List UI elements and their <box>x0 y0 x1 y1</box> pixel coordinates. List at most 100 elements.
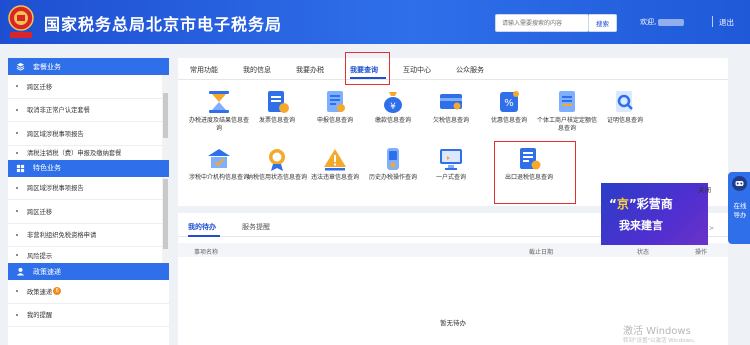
query-item-discount[interactable]: % 优惠信息查询 <box>478 89 540 125</box>
sidebar-item-label: 清税注销税（费）申报及缴纳套餐 <box>27 150 122 157</box>
search-box[interactable] <box>495 14 589 32</box>
query-item-label: 发票信息查询 <box>258 117 295 124</box>
query-item-label: 优惠信息查询 <box>490 117 527 124</box>
query-item-declaration[interactable]: 申报信息查询 <box>304 89 366 125</box>
hourglass-icon <box>209 91 229 113</box>
credit-medal-icon <box>269 149 285 171</box>
query-item-label: 缴款信息查询 <box>374 117 411 124</box>
money-bag-icon: ¥ <box>384 92 402 113</box>
sidebar-section-title: 特色业务 <box>33 164 61 172</box>
top-header: 国家税务总局北京市电子税务局 搜索 欢迎, 退出 <box>0 0 750 44</box>
ad-subline: 我来建言 <box>619 219 663 232</box>
bullet-icon <box>16 233 18 236</box>
tab-my-info[interactable]: 我的信息 <box>243 65 271 75</box>
sidebar-section-package[interactable]: 套餐业务 <box>8 58 169 75</box>
sidebar-item[interactable]: 风险提示 <box>8 247 169 263</box>
sidebar-item-label: 政策速递 <box>27 288 53 296</box>
bullet-icon <box>16 210 18 213</box>
ad-close-button[interactable]: 关闭 <box>698 184 711 194</box>
todo-table-header: 事项名称 截止日期 状态 操作 <box>178 243 728 257</box>
history-icon <box>387 148 399 170</box>
warning-icon <box>324 149 346 171</box>
sidebar-item-label: 取消非正常户认定套餐 <box>27 107 90 115</box>
query-item-invoice[interactable]: 发票信息查询 <box>246 89 308 125</box>
scrollbar-thumb[interactable] <box>163 178 168 249</box>
query-item-one-household[interactable]: 一户式查询 <box>420 146 482 182</box>
sidebar-list-policy: 政策速递 6 我的提醒 <box>8 280 169 327</box>
query-item-certificate[interactable]: 证明信息查询 <box>594 89 656 125</box>
main-tabs: 常用功能 我的信息 我要办税 我要查询 互动中心 公众服务 <box>178 58 728 80</box>
sidebar-item[interactable]: 跨区迁移 <box>8 200 169 224</box>
query-item-label: 办税进度及结果信息查询 <box>188 117 249 132</box>
discount-icon: % <box>500 91 519 112</box>
welcome-label: 欢迎, <box>640 18 657 26</box>
search-input[interactable] <box>496 15 588 31</box>
search-button[interactable]: 搜索 <box>589 14 617 32</box>
query-item-arrears[interactable]: 欠税信息查询 <box>420 89 482 125</box>
query-item-credit[interactable]: 纳税信用状态信息查询 <box>246 146 308 182</box>
site-title: 国家税务总局北京市电子税务局 <box>44 15 283 34</box>
sidebar-item-label: 跨区迁移 <box>27 83 53 91</box>
ad-headline-rest: 彩营商 <box>636 197 673 211</box>
bullet-icon <box>16 108 18 111</box>
welcome-text: 欢迎, <box>640 17 685 27</box>
search-certificate-icon <box>616 91 633 112</box>
query-item-label: 违法违章信息查询 <box>310 174 359 181</box>
sidebar-item[interactable]: 跨区域涉税事项报告 <box>8 177 169 200</box>
declaration-icon <box>327 91 345 112</box>
ad-banner[interactable]: “京”彩营商 我来建言 <box>601 183 708 245</box>
sidebar-list-package: 跨区迁移 取消非正常户认定套餐 跨区域涉税事项报告 清税注销税（费）申报及缴纳套… <box>8 75 169 160</box>
query-item-agency[interactable]: 涉税中介机构信息查询 <box>188 146 250 182</box>
query-item-label: 历史办税操作查询 <box>368 174 417 181</box>
sidebar-item-label: 跨区迁移 <box>27 208 53 216</box>
count-badge: 6 <box>53 287 62 296</box>
package-icon <box>16 62 25 71</box>
sidebar: 套餐业务 跨区迁移 取消非正常户认定套餐 跨区域涉税事项报告 清税注销税（费）申… <box>8 58 169 345</box>
sidebar-section-policy[interactable]: 政策速递 <box>8 263 169 280</box>
sidebar-scrollbar[interactable] <box>162 75 169 160</box>
query-item-label: 涉税中介机构信息查询 <box>188 174 249 181</box>
invoice-icon <box>268 91 289 113</box>
todo-active-indicator <box>188 235 220 237</box>
highlight-box-export-refund <box>494 141 576 204</box>
bullet-icon <box>16 290 18 293</box>
username-masked <box>658 18 685 26</box>
sidebar-section-title: 套餐业务 <box>33 62 61 71</box>
highlight-box-tab <box>345 52 390 85</box>
tab-interaction[interactable]: 互动中心 <box>403 65 431 75</box>
header-divider <box>712 16 713 27</box>
bullet-icon <box>16 151 18 154</box>
svg-text:%: % <box>504 98 514 109</box>
tab-my-todo[interactable]: 我的待办 <box>188 222 216 232</box>
bullet-icon <box>16 313 18 316</box>
sidebar-item[interactable]: 清税注销税（费）申报及缴纳套餐 <box>8 146 169 160</box>
column-header: 截止日期 <box>529 249 554 256</box>
query-item-progress[interactable]: 办税进度及结果信息查询 <box>188 89 250 133</box>
sidebar-list-featured: 跨区域涉税事项报告 跨区迁移 非营利组织免税资格申请 风险提示 <box>8 176 169 263</box>
sidebar-item[interactable]: 跨区迁移 <box>8 75 169 99</box>
sidebar-item[interactable]: 取消非正常户认定套餐 <box>8 99 169 122</box>
sidebar-item[interactable]: 政策速递 6 <box>8 280 169 304</box>
query-item-label: 一户式查询 <box>435 174 466 181</box>
tab-common[interactable]: 常用功能 <box>190 65 218 75</box>
query-item-payment[interactable]: ¥ 缴款信息查询 <box>362 89 424 125</box>
sidebar-item[interactable]: 非营利组织免税资格申请 <box>8 224 169 247</box>
query-item-label: 个体工商户核定定额信息查询 <box>536 117 597 132</box>
logout-link[interactable]: 退出 <box>719 17 734 28</box>
query-item-history[interactable]: 历史办税操作查询 <box>362 146 424 182</box>
tab-service-reminder[interactable]: 服务提醒 <box>242 222 270 232</box>
tab-tax-handling[interactable]: 我要办税 <box>296 65 324 75</box>
sidebar-scrollbar[interactable] <box>162 176 169 263</box>
sidebar-section-featured[interactable]: 特色业务 <box>8 159 169 177</box>
scrollbar-thumb[interactable] <box>163 93 168 138</box>
monitor-icon <box>440 149 462 170</box>
sidebar-item[interactable]: 跨区域涉税事项报告 <box>8 122 169 146</box>
windows-activation-watermark: 激活 Windows <box>623 326 691 337</box>
bullet-icon <box>16 186 18 189</box>
sidebar-item[interactable]: 我的提醒 <box>8 304 169 327</box>
tab-public-service[interactable]: 公众服务 <box>456 65 484 75</box>
query-item-individual-quota[interactable]: 个体工商户核定定额信息查询 <box>536 89 598 133</box>
query-item-label: 欠税信息查询 <box>432 117 469 124</box>
sidebar-item-label: 跨区域涉税事项报告 <box>27 185 84 193</box>
query-item-violation[interactable]: 违法违章信息查询 <box>304 146 366 182</box>
